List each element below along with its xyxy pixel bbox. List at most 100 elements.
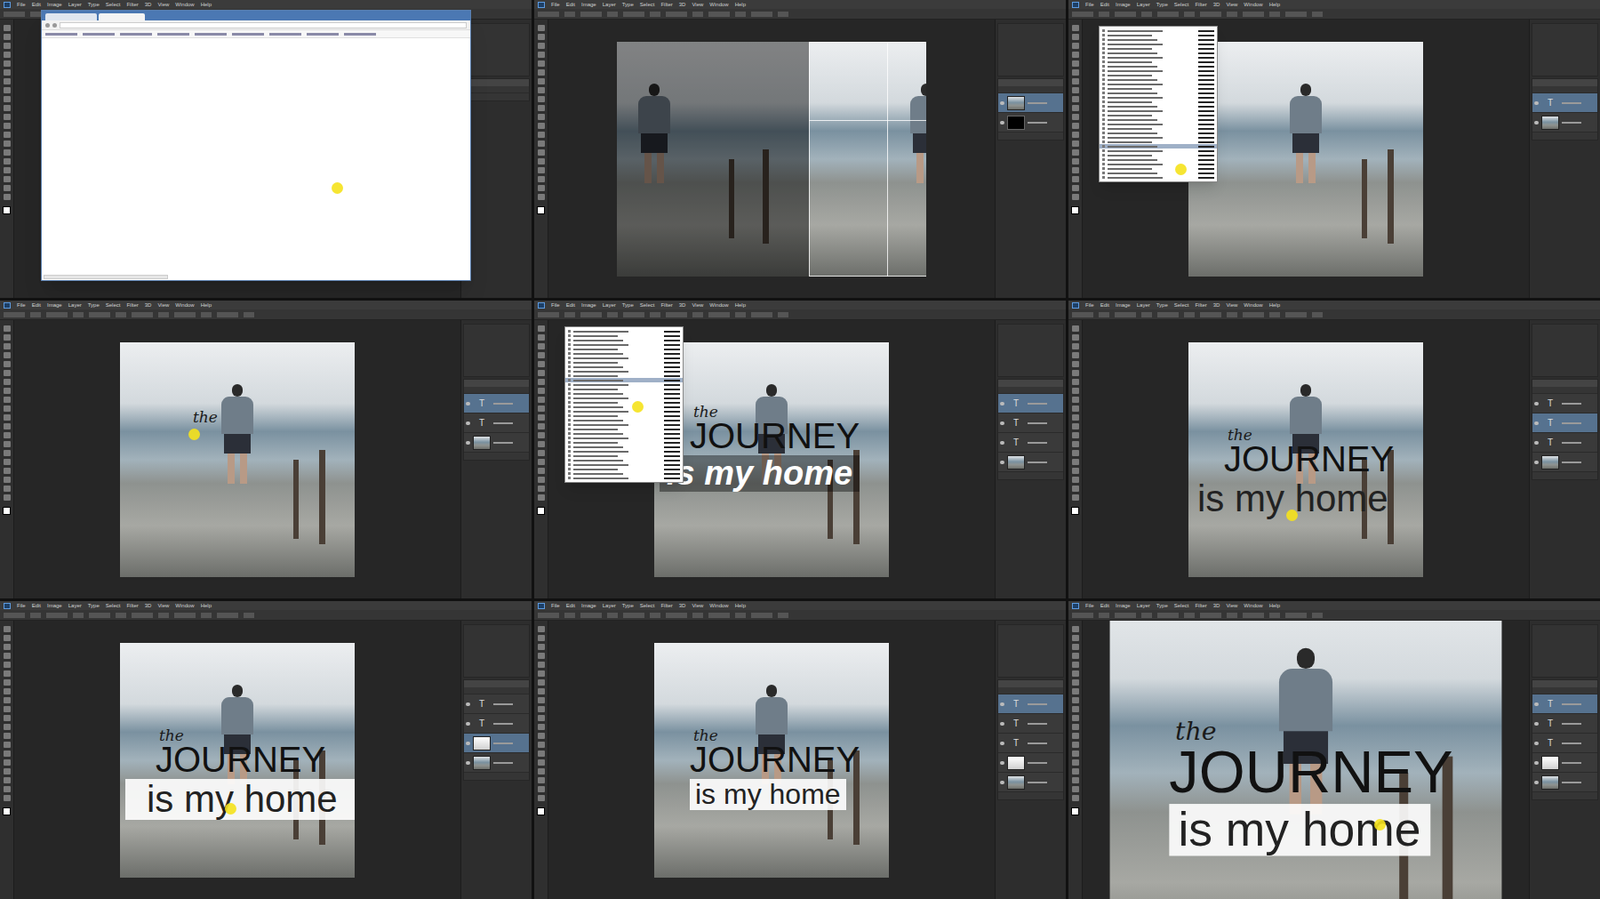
- font-option[interactable]: [1099, 104, 1217, 109]
- layer-row[interactable]: T: [464, 694, 529, 714]
- menu-item[interactable]: Type: [622, 600, 634, 610]
- tool-icon[interactable]: [537, 113, 545, 120]
- eye-icon[interactable]: [1000, 741, 1005, 745]
- option-control[interactable]: [777, 612, 789, 618]
- menu-item[interactable]: Filter: [126, 300, 138, 310]
- option-control[interactable]: [1226, 11, 1238, 17]
- font-option[interactable]: [1099, 41, 1217, 47]
- menu-item[interactable]: Layer: [68, 0, 82, 9]
- menu-item[interactable]: Type: [622, 300, 634, 310]
- option-control[interactable]: [1184, 11, 1195, 17]
- tool-icon[interactable]: [1072, 776, 1080, 784]
- menu-item[interactable]: Layer: [68, 600, 82, 610]
- browser-tab[interactable]: [98, 13, 145, 21]
- option-control[interactable]: [607, 11, 618, 17]
- menu-item[interactable]: Image: [47, 300, 63, 310]
- tool-icon[interactable]: [1072, 759, 1080, 766]
- tool-icon[interactable]: [537, 794, 545, 801]
- tool-icon[interactable]: [537, 741, 545, 748]
- tool-icon[interactable]: [3, 432, 11, 439]
- tool-icon[interactable]: [537, 78, 545, 85]
- tool-icon[interactable]: [3, 414, 11, 421]
- option-control[interactable]: [1242, 312, 1264, 318]
- menu-item[interactable]: Window: [175, 300, 194, 310]
- foreground-color-swatch[interactable]: [536, 807, 545, 816]
- eye-icon[interactable]: [1534, 120, 1539, 125]
- layer-row[interactable]: [464, 752, 529, 773]
- menu-item[interactable]: Edit: [32, 300, 41, 310]
- font-option[interactable]: [1099, 72, 1217, 78]
- tool-icon[interactable]: [1072, 78, 1080, 85]
- menu-item[interactable]: Help: [1269, 600, 1280, 610]
- layer-row[interactable]: [998, 93, 1064, 113]
- eye-icon[interactable]: [1534, 421, 1539, 425]
- layer-row[interactable]: T: [998, 393, 1064, 414]
- layer-row[interactable]: T: [1532, 93, 1598, 113]
- browser-tab[interactable]: [45, 13, 97, 21]
- menu-item[interactable]: Edit: [32, 0, 41, 9]
- menu-item[interactable]: Filter: [660, 600, 672, 610]
- tool-icon[interactable]: [1072, 193, 1080, 200]
- tool-icon[interactable]: [3, 776, 11, 784]
- font-option[interactable]: [565, 444, 683, 449]
- option-control[interactable]: [1141, 612, 1152, 618]
- tool-icon[interactable]: [1072, 732, 1080, 739]
- font-option[interactable]: [1099, 95, 1217, 100]
- tool-icon[interactable]: [537, 69, 545, 76]
- layer-row[interactable]: T: [998, 432, 1064, 453]
- layer-row[interactable]: [1532, 112, 1598, 133]
- menu-item[interactable]: Help: [1269, 0, 1280, 9]
- option-control[interactable]: [243, 612, 255, 618]
- menu-item[interactable]: Filter: [126, 600, 138, 610]
- option-control[interactable]: [537, 11, 560, 17]
- foreground-color-swatch[interactable]: [1071, 807, 1080, 816]
- option-control[interactable]: [580, 612, 602, 618]
- layer-row[interactable]: T: [1532, 413, 1598, 433]
- tool-icon[interactable]: [3, 661, 11, 668]
- font-option[interactable]: [565, 408, 683, 414]
- tool-icon[interactable]: [537, 51, 545, 58]
- menu-item[interactable]: Layer: [602, 0, 616, 9]
- tool-icon[interactable]: [3, 440, 11, 448]
- layer-row[interactable]: T: [464, 413, 529, 433]
- menu-item[interactable]: Help: [200, 600, 212, 610]
- option-control[interactable]: [30, 612, 41, 618]
- option-control[interactable]: [1114, 612, 1136, 618]
- option-control[interactable]: [564, 612, 576, 618]
- option-control[interactable]: [1157, 11, 1179, 17]
- tool-icon[interactable]: [1072, 652, 1080, 659]
- option-control[interactable]: [3, 612, 25, 618]
- tool-icon[interactable]: [1072, 661, 1080, 668]
- option-control[interactable]: [692, 612, 704, 618]
- option-control[interactable]: [46, 612, 68, 618]
- option-control[interactable]: [72, 612, 84, 618]
- layer-row[interactable]: T: [1532, 694, 1598, 714]
- font-option[interactable]: [1099, 64, 1217, 69]
- tool-icon[interactable]: [1072, 158, 1080, 165]
- menu-item[interactable]: 3D: [1213, 0, 1221, 9]
- font-option[interactable]: [1099, 144, 1217, 149]
- option-control[interactable]: [623, 312, 645, 318]
- menu-item[interactable]: Layer: [1136, 0, 1151, 9]
- text-layer[interactable]: is my home: [146, 778, 338, 820]
- tool-icon[interactable]: [537, 176, 545, 183]
- option-control[interactable]: [46, 312, 68, 318]
- text-layer[interactable]: is my home: [695, 778, 841, 810]
- tool-icon[interactable]: [1072, 741, 1080, 748]
- option-control[interactable]: [1312, 11, 1323, 17]
- menu-item[interactable]: Help: [735, 300, 746, 310]
- font-option[interactable]: [565, 337, 683, 343]
- option-control[interactable]: [708, 612, 730, 618]
- option-control[interactable]: [1141, 312, 1152, 318]
- option-control[interactable]: [72, 312, 84, 318]
- menu-item[interactable]: Type: [1156, 300, 1168, 310]
- option-control[interactable]: [649, 11, 661, 17]
- option-control[interactable]: [216, 612, 239, 618]
- tool-icon[interactable]: [1072, 643, 1080, 650]
- option-control[interactable]: [131, 312, 153, 318]
- menu-item[interactable]: Window: [709, 0, 728, 9]
- font-option[interactable]: [565, 453, 683, 458]
- tool-icon[interactable]: [537, 325, 545, 332]
- tool-icon[interactable]: [537, 696, 545, 704]
- menu-item[interactable]: Edit: [566, 300, 576, 310]
